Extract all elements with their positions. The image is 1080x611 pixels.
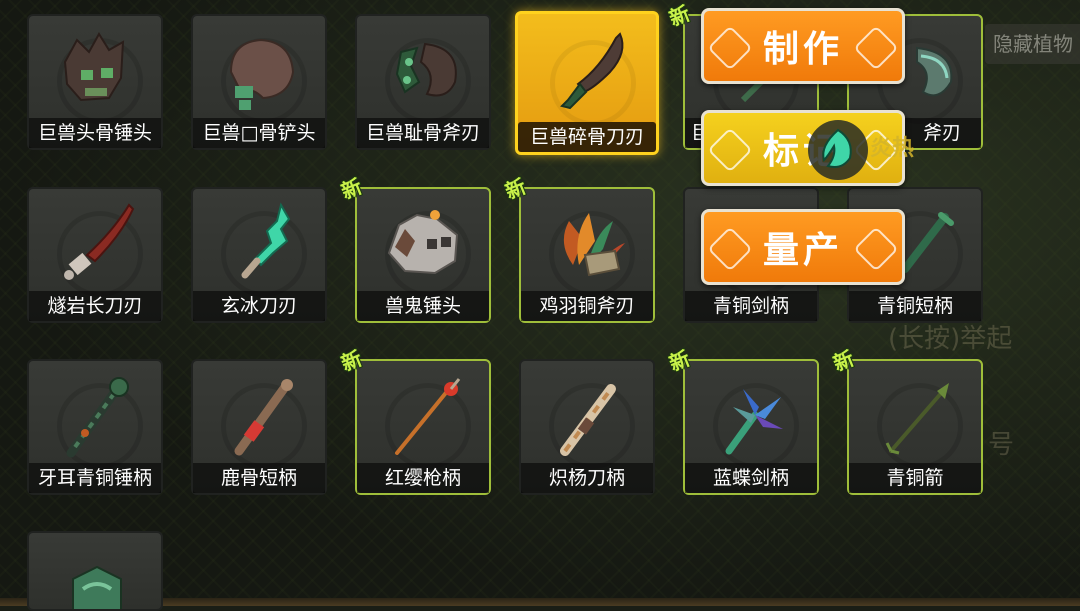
ornament-icon	[853, 226, 899, 272]
beast-pubic-axe-icon	[395, 42, 457, 97]
item-label: 巨兽碎骨刀刃	[518, 122, 656, 152]
item-card[interactable]: 青铜箭 新	[830, 346, 983, 495]
item-label: 玄冰刀刃	[193, 291, 325, 321]
beast-ghost-hammer-icon	[387, 210, 459, 275]
background-hint-text: (长按)举起	[888, 324, 1013, 354]
beast-skull-hammer-icon	[63, 32, 125, 102]
bronze-arrow-icon	[885, 383, 949, 455]
ornament-icon	[707, 127, 753, 173]
item-label: 蓝蝶剑柄	[685, 463, 817, 493]
mass-produce-button[interactable]: 量产	[701, 209, 905, 285]
item-label: 青铜短柄	[849, 291, 981, 321]
item-card[interactable]: 蓝蝶剑柄 新	[666, 346, 819, 495]
make-button-label: 制作	[762, 29, 843, 70]
feather-bronze-axe-icon	[563, 213, 625, 277]
flint-long-blade-icon	[64, 203, 135, 280]
item-card[interactable]: 炽杨刀柄	[519, 359, 655, 495]
beast-bone-blade-icon	[560, 32, 624, 110]
item-card[interactable]: 红缨枪柄 新	[338, 346, 491, 495]
item-label: 红缨枪柄	[357, 463, 489, 493]
item-label: 燧岩长刀刃	[29, 291, 161, 321]
deer-bone-handle-icon	[234, 379, 293, 456]
blaze-poplar-hilt-icon	[560, 384, 616, 456]
background-fragment-text: 号	[988, 430, 1015, 460]
ornament-icon	[707, 25, 753, 71]
red-tassel-spear-icon	[395, 378, 461, 455]
jade-item-icon	[72, 565, 122, 609]
item-card[interactable]: 巨兽耻骨斧刃	[355, 14, 491, 150]
item-label: 鸡羽铜斧刃	[521, 291, 653, 321]
black-ice-blade-icon	[241, 202, 291, 279]
item-label: 牙耳青铜锤柄	[29, 463, 161, 493]
item-card-selected[interactable]: 巨兽碎骨刀刃	[515, 11, 659, 155]
item-label: 青铜剑柄	[685, 291, 817, 321]
item-label: 兽鬼锤头	[357, 291, 489, 321]
item-label: 巨兽□骨铲头	[193, 118, 325, 148]
item-card[interactable]: 鸡羽铜斧刃 新	[502, 174, 655, 323]
item-label: 巨兽头骨锤头	[29, 118, 161, 148]
leaf-mark-icon	[822, 128, 852, 168]
item-card[interactable]: 鹿骨短柄	[191, 359, 327, 495]
ornament-icon	[853, 25, 899, 71]
item-label: 鹿骨短柄	[193, 463, 325, 493]
beast-bone-shovel-icon	[229, 38, 295, 110]
item-label: 巨兽耻骨斧刃	[357, 118, 489, 148]
mass-produce-button-label: 量产	[762, 230, 843, 271]
item-label: 炽杨刀柄	[521, 463, 653, 493]
mark-overlay-text: 炎热	[870, 136, 915, 161]
item-card[interactable]	[27, 531, 163, 611]
hidden-plants-tag: 隐藏植物	[985, 24, 1080, 64]
item-card[interactable]: 牙耳青铜锤柄	[27, 359, 163, 495]
item-card[interactable]: 兽鬼锤头 新	[338, 174, 491, 323]
ornament-icon	[707, 226, 753, 272]
item-card[interactable]: 巨兽□骨铲头	[191, 14, 327, 150]
bronze-hammer-handle-icon	[66, 377, 129, 458]
item-label: 青铜箭	[849, 463, 981, 493]
item-card[interactable]: 巨兽头骨锤头	[27, 14, 163, 150]
mark-overlay[interactable]	[808, 120, 868, 180]
item-card[interactable]: 玄冰刀刃	[191, 187, 327, 323]
blue-butterfly-hilt-icon	[725, 389, 783, 455]
make-button[interactable]: 制作	[701, 8, 905, 84]
item-card[interactable]: 燧岩长刀刃	[27, 187, 163, 323]
